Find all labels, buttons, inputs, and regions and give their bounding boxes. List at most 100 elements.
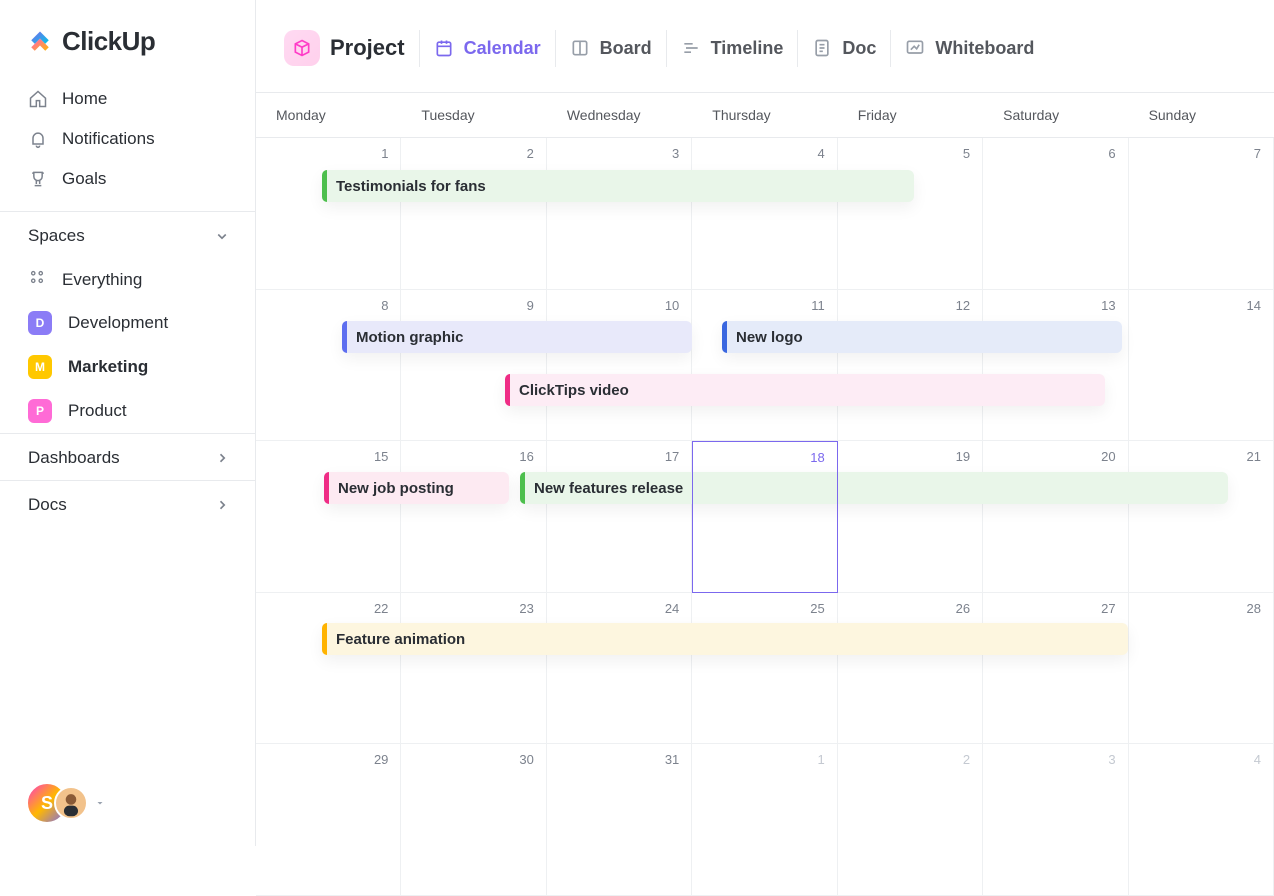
day-number: 4 [817,146,824,161]
view-doc[interactable]: Doc [797,30,890,67]
day-number: 1 [817,752,824,767]
view-whiteboard[interactable]: Whiteboard [890,30,1048,67]
calendar-cell[interactable]: 4 [692,138,837,290]
view-project[interactable]: Project [280,22,419,74]
day-number: 29 [374,752,388,767]
nav-goals-label: Goals [62,169,106,189]
calendar-cell[interactable]: 1 [256,138,401,290]
day-number: 12 [956,298,970,313]
view-doc-label: Doc [842,38,876,59]
day-number: 26 [956,601,970,616]
calendar-cell[interactable]: 25 [692,593,837,745]
calendar-icon [434,38,454,58]
calendar-cell[interactable]: 17 [547,441,692,593]
event-testimonials[interactable]: Testimonials for fans [322,170,914,202]
timeline-icon [681,38,701,58]
calendar-cell[interactable]: 3 [983,744,1128,896]
day-number: 11 [811,298,825,313]
user-avatars[interactable]: S [26,782,106,824]
event-label: New job posting [338,480,454,497]
bell-icon [28,129,48,149]
event-newlogo[interactable]: New logo [722,321,1122,353]
day-number: 17 [665,449,679,464]
calendar-cell[interactable]: 27 [983,593,1128,745]
event-label: Testimonials for fans [336,178,486,195]
day-number: 22 [374,601,388,616]
logo[interactable]: ClickUp [0,0,255,75]
event-motion[interactable]: Motion graphic [342,321,692,353]
view-board[interactable]: Board [555,30,666,67]
calendar-cell[interactable]: 22 [256,593,401,745]
space-product[interactable]: P Product [0,389,255,433]
home-icon [28,89,48,109]
calendar-cell[interactable]: 31 [547,744,692,896]
day-number: 3 [1108,752,1115,767]
calendar-cell[interactable]: 4 [1129,744,1274,896]
main: Project Calendar Board Timeline Doc Whit… [256,0,1274,846]
event-features[interactable]: New features release [520,472,1228,504]
day-number: 25 [810,601,824,616]
space-development[interactable]: D Development [0,301,255,345]
section-dashboards-label: Dashboards [28,448,120,468]
nav-primary: Home Notifications Goals [0,75,255,203]
calendar-cell[interactable]: 28 [1129,593,1274,745]
calendar-cell[interactable]: 13 [983,290,1128,442]
event-featureanim[interactable]: Feature animation [322,623,1128,655]
calendar-cell[interactable]: 26 [838,593,983,745]
event-jobposting[interactable]: New job posting [324,472,509,504]
space-marketing[interactable]: M Marketing [0,345,255,389]
day-number: 2 [527,146,534,161]
day-number: 14 [1247,298,1261,313]
nav-notifications[interactable]: Notifications [0,119,255,159]
day-number: 13 [1101,298,1115,313]
view-calendar[interactable]: Calendar [419,30,555,67]
day-number: 19 [956,449,970,464]
calendar-cell[interactable]: 23 [401,593,546,745]
nav-goals[interactable]: Goals [0,159,255,199]
section-docs-label: Docs [28,495,67,515]
calendar-cell[interactable]: 2 [401,138,546,290]
nav-home[interactable]: Home [0,79,255,119]
section-dashboards[interactable]: Dashboards [0,433,255,480]
calendar-cell[interactable]: 9 [401,290,546,442]
event-label: Motion graphic [356,329,464,346]
space-everything[interactable]: Everything [0,258,255,301]
calendar-cell[interactable]: 16 [401,441,546,593]
view-timeline[interactable]: Timeline [666,30,798,67]
calendar-cell[interactable]: 10 [547,290,692,442]
calendar-cell[interactable]: 19 [838,441,983,593]
chevron-right-icon [213,496,231,514]
calendar-cell[interactable]: 24 [547,593,692,745]
event-label: ClickTips video [519,382,629,399]
calendar-cell[interactable]: 11 [692,290,837,442]
calendar-cell[interactable]: 29 [256,744,401,896]
section-docs[interactable]: Docs [0,480,255,527]
day-number: 2 [963,752,970,767]
calendar-cell[interactable]: 5 [838,138,983,290]
nav-home-label: Home [62,89,107,109]
calendar-cell[interactable]: 20 [983,441,1128,593]
calendar-cell[interactable]: 15 [256,441,401,593]
day-number: 10 [665,298,679,313]
calendar-cell[interactable]: 6 [983,138,1128,290]
event-clicktips[interactable]: ClickTips video [505,374,1105,406]
calendar-cell[interactable]: 8 [256,290,401,442]
day-number: 16 [519,449,533,464]
calendar-body[interactable]: 1234567891011121314151617181920212223242… [256,138,1274,896]
calendar-cell[interactable]: 1 [692,744,837,896]
calendar-cell[interactable]: 7 [1129,138,1274,290]
day-number: 3 [672,146,679,161]
calendar-cell[interactable]: 30 [401,744,546,896]
calendar-cell[interactable]: 3 [547,138,692,290]
day-number: 5 [963,146,970,161]
calendar-cell[interactable]: 2 [838,744,983,896]
day-number: 31 [665,752,679,767]
calendar-cell[interactable]: 18 [692,441,837,593]
calendar-cell[interactable]: 21 [1129,441,1274,593]
calendar-cell[interactable]: 12 [838,290,983,442]
calendar-cell[interactable]: 14 [1129,290,1274,442]
day-number: 15 [374,449,388,464]
day-number: 23 [519,601,533,616]
section-spaces[interactable]: Spaces [0,211,255,258]
brand-name: ClickUp [62,26,155,57]
